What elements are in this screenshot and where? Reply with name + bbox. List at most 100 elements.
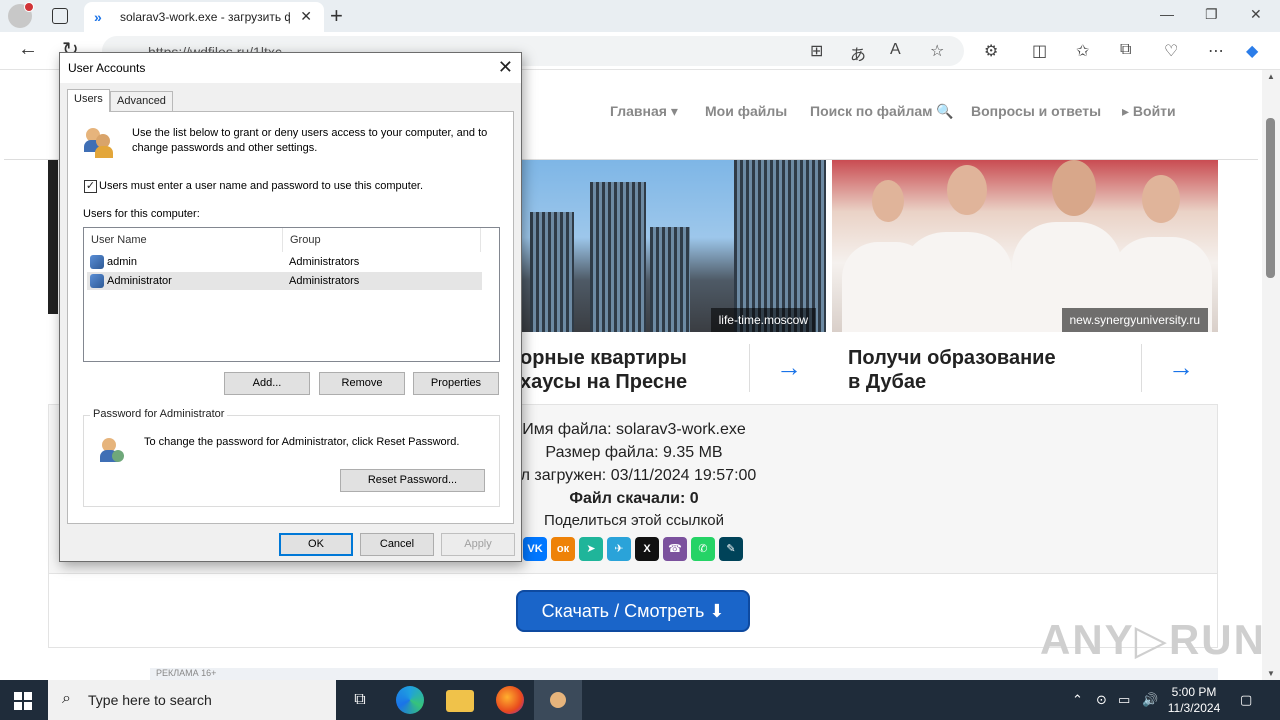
password-group-label: Password for Administrator bbox=[90, 408, 228, 420]
nav-my-files[interactable]: Мои файлы bbox=[705, 103, 787, 119]
minimize-icon[interactable]: — bbox=[1160, 6, 1174, 22]
show-hidden-icons-icon[interactable]: ⌃ bbox=[1072, 692, 1083, 708]
share-viber-icon[interactable]: ☎ bbox=[663, 537, 687, 561]
share-vk-icon[interactable]: VK bbox=[523, 537, 547, 561]
user-accounts-taskbar-icon[interactable] bbox=[534, 680, 582, 720]
add-button[interactable]: Add... bbox=[224, 372, 310, 395]
collections-icon[interactable]: ⧉ bbox=[1120, 41, 1131, 59]
password-groupbox: Password for Administrator To change the… bbox=[83, 408, 500, 507]
apply-button: Apply bbox=[441, 533, 515, 556]
ad1-text-line2[interactable]: хаусы на Пресне bbox=[520, 370, 687, 394]
browser-tab[interactable]: » solarav3-work.exe - загрузить ф ✕ bbox=[84, 2, 324, 32]
dialog-close-icon[interactable]: ✕ bbox=[498, 57, 513, 78]
extensions-icon[interactable]: ⚙ bbox=[984, 41, 998, 61]
close-window-icon[interactable]: ✕ bbox=[1250, 6, 1262, 23]
users-icon bbox=[84, 126, 114, 158]
copilot-icon[interactable]: ◆ bbox=[1246, 41, 1258, 61]
page-scrollbar[interactable]: ▲ ▼ bbox=[1262, 70, 1280, 680]
scroll-down-icon[interactable]: ▼ bbox=[1267, 669, 1275, 678]
user-accounts-dialog: User Accounts ✕ Users Advanced Use the l… bbox=[59, 52, 522, 562]
back-icon[interactable]: ← bbox=[18, 38, 38, 61]
ad2-arrow-icon[interactable]: → bbox=[1168, 352, 1194, 383]
taskbar-clock[interactable]: 5:00 PM 11/3/2024 bbox=[1166, 684, 1222, 716]
nav-home[interactable]: Главная ▾ bbox=[610, 103, 678, 120]
tab-actions-icon[interactable] bbox=[52, 8, 68, 24]
dialog-titlebar[interactable]: User Accounts ✕ bbox=[60, 53, 521, 83]
ad2-text-line1[interactable]: Получи образование bbox=[848, 346, 1056, 370]
remove-button[interactable]: Remove bbox=[319, 372, 405, 395]
start-windows-icon[interactable] bbox=[14, 692, 32, 710]
cancel-button[interactable]: Cancel bbox=[360, 533, 434, 556]
restore-icon[interactable]: ❐ bbox=[1205, 6, 1218, 23]
notifications-icon[interactable]: ▢ bbox=[1240, 692, 1252, 708]
clock-time: 5:00 PM bbox=[1171, 685, 1217, 699]
ad1-divider bbox=[749, 344, 750, 392]
user-icon bbox=[90, 255, 104, 269]
nav-faq[interactable]: Вопросы и ответы bbox=[971, 103, 1101, 119]
ok-button[interactable]: OK bbox=[279, 533, 353, 556]
read-aloud-icon[interactable]: A bbox=[890, 41, 901, 59]
require-password-checkbox[interactable]: ✓ bbox=[84, 180, 97, 193]
nav-login[interactable]: ▸ Войти bbox=[1122, 103, 1176, 120]
tab-title: solarav3-work.exe - загрузить ф bbox=[120, 10, 290, 24]
share-x-icon[interactable]: X bbox=[635, 537, 659, 561]
user-row[interactable]: admin Administrators bbox=[87, 253, 482, 271]
user-icon bbox=[90, 274, 104, 288]
share-telegram-icon[interactable]: ✈ bbox=[607, 537, 631, 561]
dialog-title: User Accounts bbox=[68, 61, 146, 75]
anyrun-watermark: ANY▷RUN bbox=[1040, 616, 1262, 663]
column-group[interactable]: Group bbox=[283, 228, 481, 252]
translate-icon[interactable]: あ bbox=[850, 41, 866, 65]
scrollbar-thumb[interactable] bbox=[1266, 118, 1275, 278]
password-info-text: To change the password for Administrator… bbox=[144, 436, 460, 448]
share-ok-icon[interactable]: ок bbox=[551, 537, 575, 561]
share-yandex-messenger-icon[interactable]: ➤ bbox=[579, 537, 603, 561]
ad-image-buildings[interactable]: life-time.moscow bbox=[500, 160, 826, 332]
site-favicon-icon: » bbox=[94, 9, 102, 25]
ad1-arrow-icon[interactable]: → bbox=[776, 352, 802, 383]
tab-users[interactable]: Users bbox=[67, 89, 110, 112]
clock-date: 11/3/2024 bbox=[1167, 701, 1221, 715]
search-icon: ⌕ bbox=[62, 690, 71, 707]
network-icon[interactable]: ▭ bbox=[1118, 692, 1130, 708]
firefox-icon[interactable] bbox=[496, 686, 524, 714]
reset-password-button[interactable]: Reset Password... bbox=[340, 469, 485, 492]
download-button[interactable]: Скачать / Смотреть ⬇ bbox=[516, 590, 750, 632]
split-screen-icon[interactable]: ◫ bbox=[1032, 41, 1047, 61]
users-listview[interactable]: User Name Group admin Administrators Adm… bbox=[83, 227, 500, 362]
favorite-star-icon[interactable]: ☆ bbox=[930, 41, 944, 61]
tab-close-icon[interactable]: ✕ bbox=[300, 8, 312, 25]
column-user-name[interactable]: User Name bbox=[84, 228, 283, 252]
apps-icon[interactable]: ⊞ bbox=[810, 41, 823, 61]
users-tab-panel: Use the list below to grant or deny user… bbox=[67, 111, 514, 524]
favorites-icon[interactable]: ✩ bbox=[1076, 41, 1089, 61]
task-view-icon[interactable]: ⧉ bbox=[346, 686, 374, 714]
performance-icon[interactable]: ♡ bbox=[1164, 41, 1178, 61]
volume-icon[interactable]: 🔊 bbox=[1142, 692, 1158, 708]
share-whatsapp-icon[interactable]: ✆ bbox=[691, 537, 715, 561]
device-icon[interactable]: ⊙ bbox=[1096, 692, 1107, 708]
edge-taskbar-icon[interactable] bbox=[396, 686, 424, 714]
user-name: admin bbox=[107, 256, 137, 268]
nav-search[interactable]: Поиск по файлам 🔍 bbox=[810, 103, 954, 120]
user-row-selected[interactable]: Administrator Administrators bbox=[87, 272, 482, 290]
user-group: Administrators bbox=[289, 256, 360, 268]
browser-tabstrip: » solarav3-work.exe - загрузить ф ✕ + — … bbox=[0, 0, 1280, 32]
file-explorer-icon[interactable] bbox=[446, 690, 474, 712]
more-menu-icon[interactable]: ⋯ bbox=[1208, 41, 1224, 61]
scroll-up-icon[interactable]: ▲ bbox=[1267, 72, 1275, 81]
ad1-text-line1[interactable]: орные квартиры bbox=[520, 346, 687, 370]
taskbar-search-box[interactable]: ⌕ Type here to search bbox=[48, 680, 336, 720]
ad2-text-line2[interactable]: в Дубае bbox=[848, 370, 926, 394]
share-livejournal-icon[interactable]: ✎ bbox=[719, 537, 743, 561]
tab-advanced[interactable]: Advanced bbox=[110, 91, 173, 111]
new-tab-icon[interactable]: + bbox=[330, 3, 343, 29]
properties-button[interactable]: Properties bbox=[413, 372, 499, 395]
taskbar: ⌕ Type here to search ⧉ ⌃ ⊙ ▭ 🔊 5:00 PM … bbox=[0, 680, 1280, 720]
ad1-credit: life-time.moscow bbox=[710, 308, 816, 332]
require-password-label[interactable]: Users must enter a user name and passwor… bbox=[99, 180, 423, 192]
ad-image-students[interactable]: new.synergyuniversity.ru bbox=[832, 160, 1218, 332]
profile-icon[interactable] bbox=[8, 2, 34, 28]
user-password-icon bbox=[98, 436, 128, 466]
intro-text: Use the list below to grant or deny user… bbox=[132, 127, 488, 154]
